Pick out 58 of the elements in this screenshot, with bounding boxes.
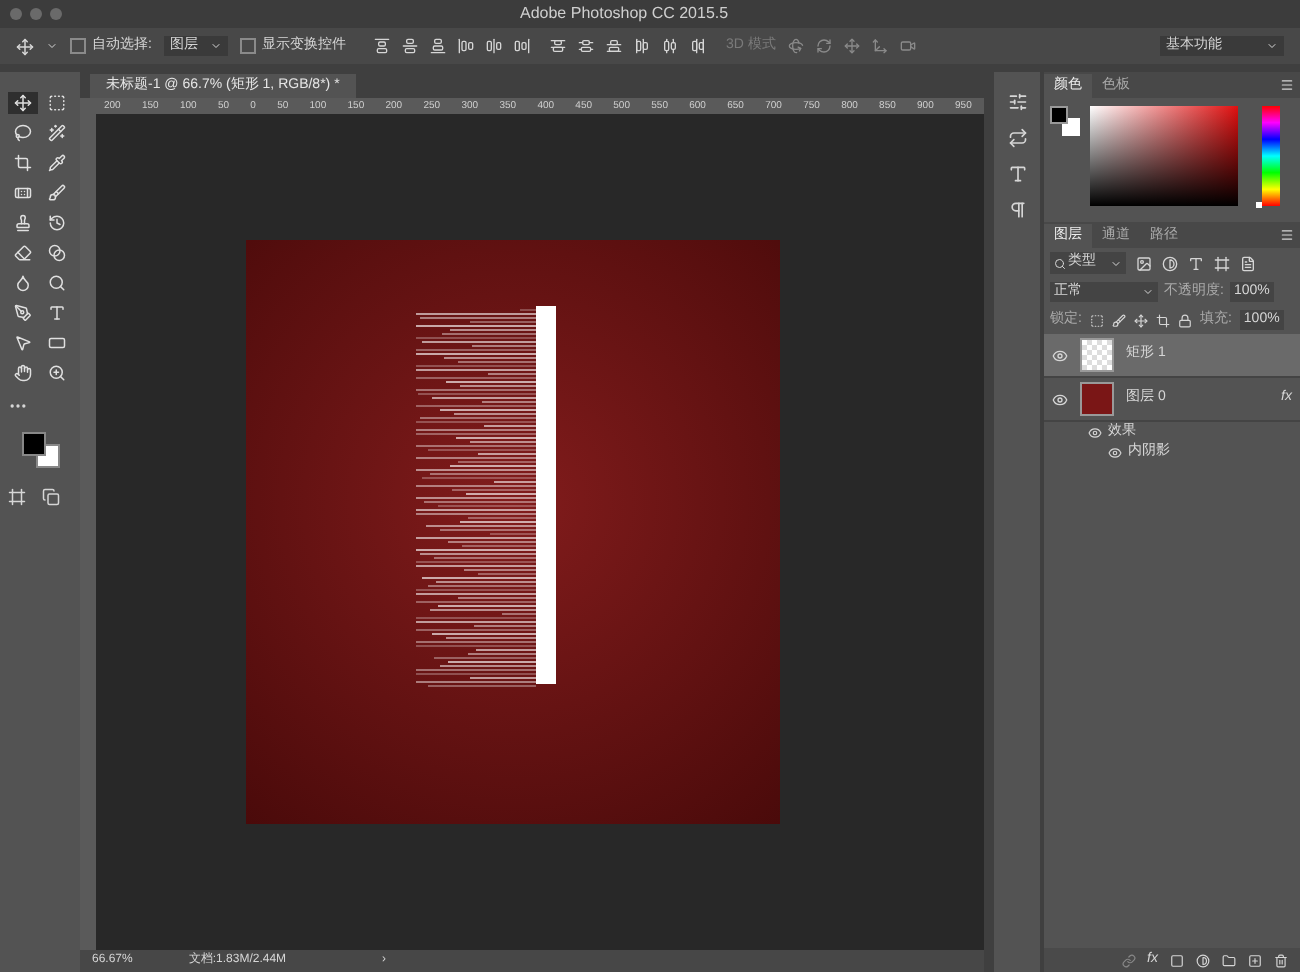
3d-tool-icon[interactable]	[899, 38, 916, 54]
caret-icon	[1110, 257, 1122, 269]
align-icon[interactable]	[485, 38, 502, 54]
caret-icon[interactable]	[46, 40, 58, 52]
lock-icon[interactable]	[1177, 313, 1192, 327]
3d-tool-icon[interactable]	[815, 38, 832, 54]
foreground-swatch[interactable]	[1050, 106, 1068, 124]
caret-icon	[209, 40, 222, 52]
align-icon[interactable]	[513, 38, 530, 54]
distribute-icon[interactable]	[661, 38, 678, 54]
checkbox[interactable]	[239, 38, 256, 54]
move-icon[interactable]	[1133, 313, 1148, 327]
visibility-icon[interactable]	[1052, 347, 1068, 363]
checkbox[interactable]	[70, 38, 86, 54]
mask-icon[interactable]	[1170, 953, 1184, 967]
move-icon[interactable]	[16, 37, 34, 55]
hue-slider[interactable]	[1262, 106, 1280, 206]
distribute-icon[interactable]	[633, 38, 650, 54]
caret-icon	[1142, 286, 1154, 298]
visibility-icon[interactable]	[1088, 425, 1102, 439]
layer-thumbnail	[1080, 382, 1114, 416]
layer-thumbnail	[1080, 338, 1114, 372]
align-icon[interactable]	[373, 38, 390, 54]
image-filter-icon[interactable]	[1136, 255, 1152, 271]
visibility-icon[interactable]	[1108, 445, 1122, 459]
type-filter-icon[interactable]	[1188, 255, 1204, 271]
distribute-icon[interactable]	[549, 38, 566, 54]
align-icon[interactable]	[429, 38, 446, 54]
smart-object-filter-icon[interactable]	[1240, 255, 1256, 271]
align-icon[interactable]	[401, 38, 418, 54]
distribute-icon[interactable]	[689, 38, 706, 54]
window-title: Adobe Photoshop CC 2015.5	[520, 2, 729, 26]
panel-menu-icon[interactable]	[1280, 228, 1294, 242]
paragraph-icon[interactable]	[1007, 200, 1027, 220]
crop-icon[interactable]	[1155, 313, 1170, 327]
new-layer-icon[interactable]	[1248, 953, 1262, 967]
3d-tool-icon[interactable]	[871, 38, 888, 54]
search-icon	[1054, 257, 1066, 269]
distribute-icon[interactable]	[605, 38, 622, 54]
shape-filter-icon[interactable]	[1214, 255, 1230, 271]
align-icon[interactable]	[457, 38, 474, 54]
folder-icon[interactable]	[1222, 953, 1236, 967]
color-field[interactable]	[1090, 106, 1238, 206]
trash-icon[interactable]	[1274, 953, 1288, 967]
visibility-icon[interactable]	[1052, 391, 1068, 407]
move-icon[interactable]	[8, 92, 38, 114]
3d-tool-icon[interactable]	[843, 38, 860, 54]
panel-menu-icon[interactable]	[1280, 78, 1294, 92]
adjustment-filter-icon[interactable]	[1162, 255, 1178, 271]
caret-icon	[1266, 40, 1278, 52]
sliders-icon[interactable]	[1007, 92, 1027, 112]
character-icon[interactable]	[1007, 164, 1027, 184]
brush-icon[interactable]	[1111, 313, 1126, 327]
adjustment-icon[interactable]	[1196, 953, 1210, 967]
distribute-icon[interactable]	[577, 38, 594, 54]
3d-tool-icon[interactable]	[787, 38, 804, 54]
hue-slider-thumb[interactable]	[1256, 202, 1262, 208]
screen-mode-icon[interactable]	[42, 488, 60, 506]
